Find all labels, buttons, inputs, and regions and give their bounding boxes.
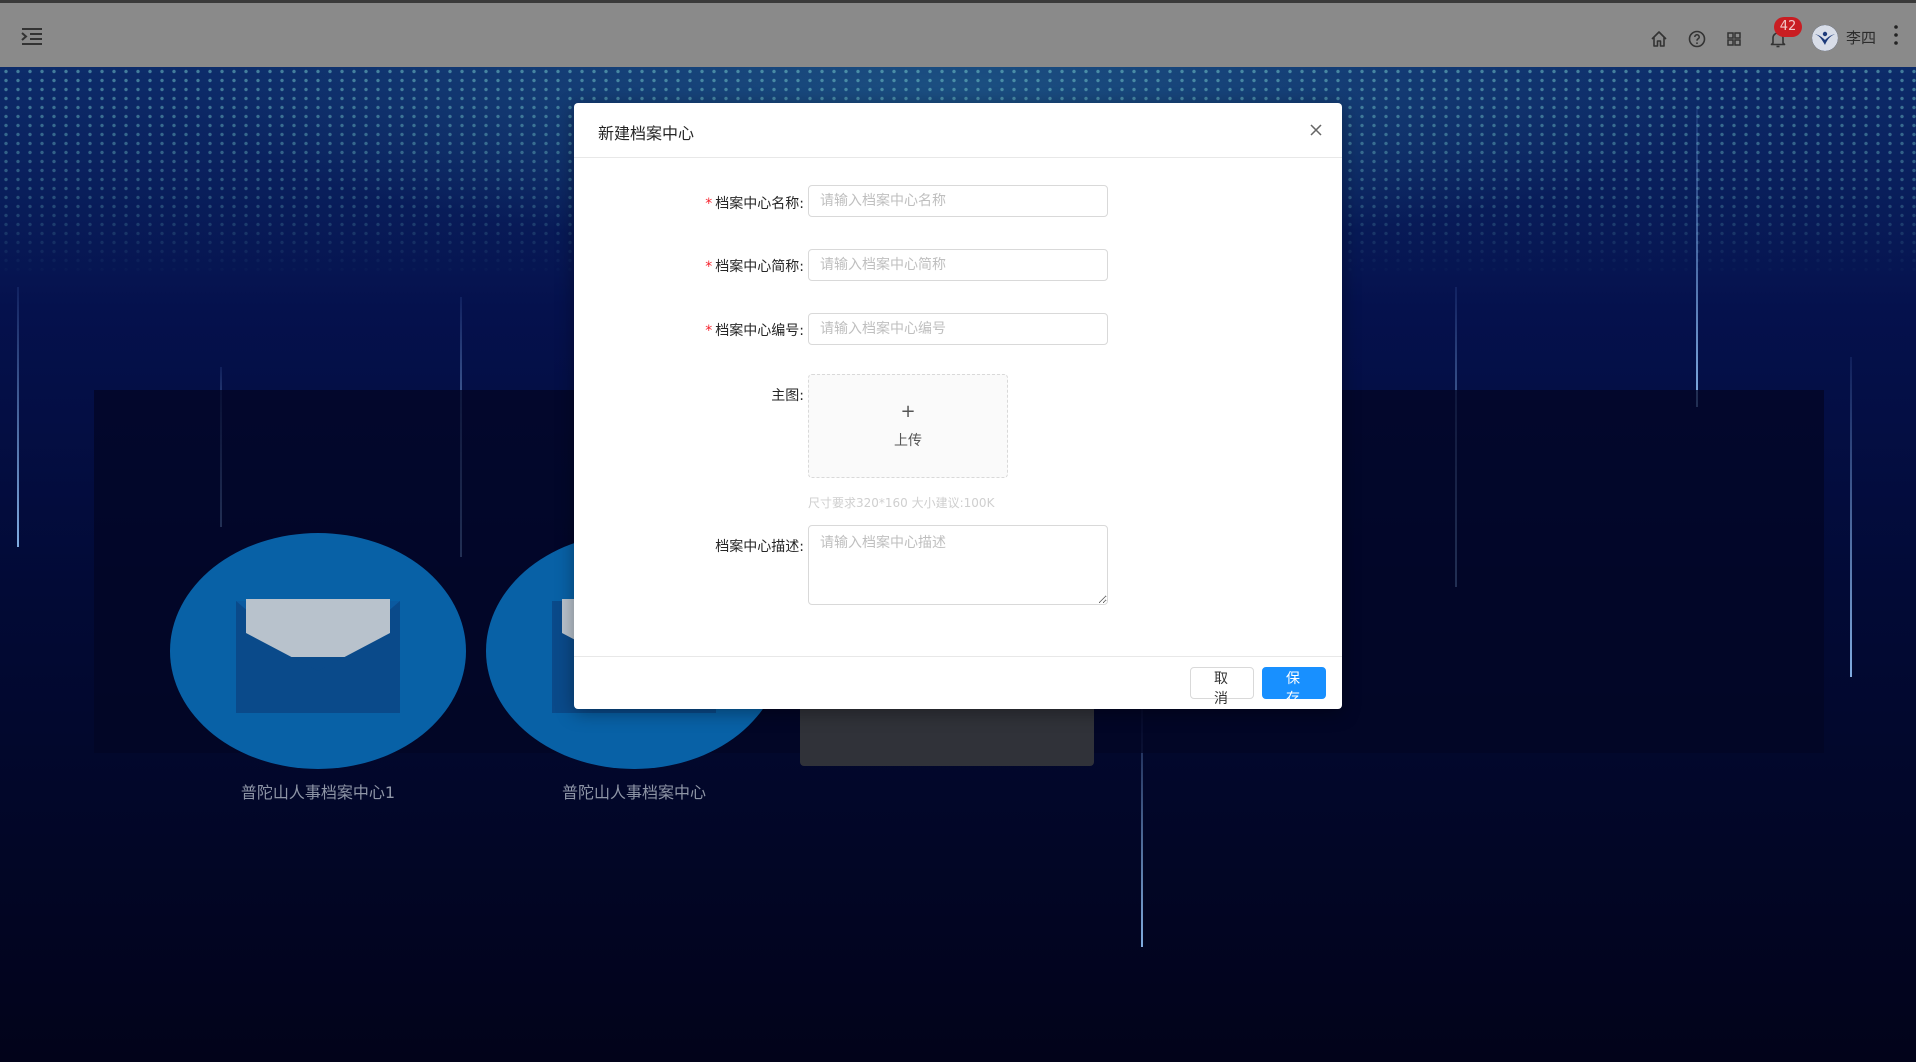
help-icon[interactable] <box>1687 29 1707 49</box>
description-label: 档案中心描述: <box>715 539 804 555</box>
dialog-footer: 取 消 保 存 <box>574 656 1342 710</box>
notification-badge: 42 <box>1774 17 1802 37</box>
required-mark: * <box>705 196 713 212</box>
center-code-input[interactable] <box>808 313 1108 345</box>
more-icon[interactable] <box>1892 23 1900 47</box>
create-center-dialog: 新建档案中心 *档案中心名称: *档案中心简称: *档案中心编号: 主图: + … <box>574 103 1342 709</box>
name-label: * 档案中心名称: <box>705 196 804 212</box>
plus-icon: + <box>900 401 916 422</box>
menu-fold-icon[interactable] <box>20 26 44 46</box>
image-upload-button[interactable]: + 上传 <box>808 374 1008 478</box>
center-name-input[interactable] <box>808 185 1108 217</box>
close-icon[interactable] <box>1308 122 1324 138</box>
top-header: 42 李四 <box>0 0 1916 67</box>
username[interactable]: 李四 <box>1846 27 1876 48</box>
main-image-label: 主图: <box>771 388 804 404</box>
avatar[interactable] <box>1812 25 1838 51</box>
cancel-button[interactable]: 取 消 <box>1190 667 1254 707</box>
dialog-title: 新建档案中心 <box>598 124 695 143</box>
save-button[interactable]: 保 存 <box>1262 667 1326 707</box>
center-description-textarea[interactable] <box>808 525 1108 605</box>
short-name-label: * 档案中心简称: <box>705 259 804 275</box>
required-mark: * <box>705 259 713 275</box>
required-mark: * <box>705 323 713 339</box>
apps-icon[interactable] <box>1724 29 1744 49</box>
upload-hint: 尺寸要求320*160 大小建议:100K <box>808 496 995 510</box>
avatar-bird-icon <box>1812 25 1838 51</box>
upload-label: 上传 <box>894 433 922 449</box>
code-label: * 档案中心编号: <box>705 323 804 339</box>
center-short-name-input[interactable] <box>808 249 1108 281</box>
home-icon[interactable] <box>1649 29 1669 49</box>
dialog-header: 新建档案中心 <box>574 103 1342 158</box>
